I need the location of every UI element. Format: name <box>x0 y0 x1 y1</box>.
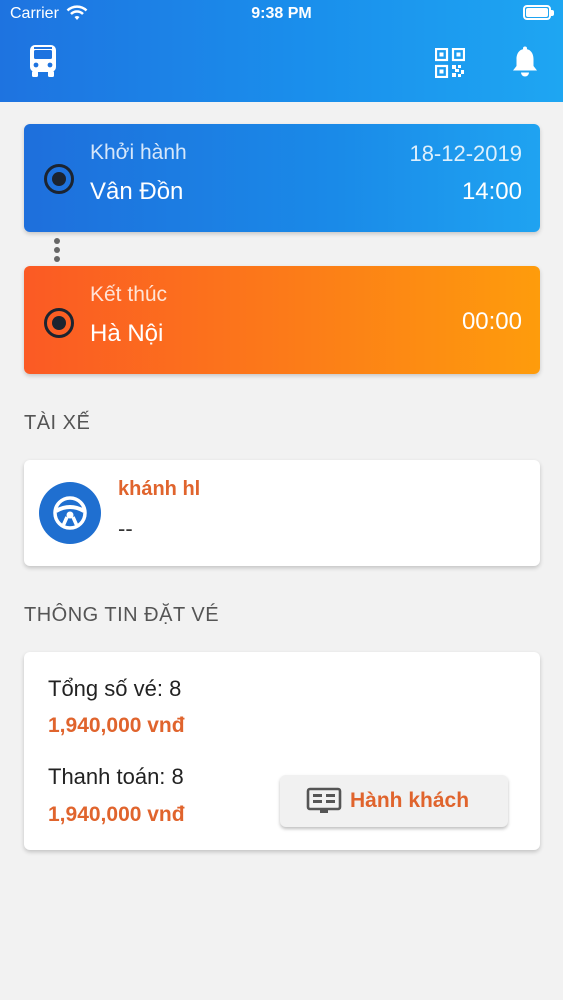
steering-wheel-icon <box>39 482 101 544</box>
qr-code-icon[interactable] <box>435 48 465 78</box>
arrival-time: 00:00 <box>461 308 522 335</box>
passenger-list-icon <box>306 787 342 813</box>
booking-section-title: THÔNG TIN ĐẶT VÉ <box>24 604 220 626</box>
app-header: Carrier 9:38 PM <box>0 0 563 102</box>
departure-card[interactable]: Khởi hành Vân Đồn 18-12-2019 14:00 <box>24 124 540 232</box>
departure-date: 18-12-2019 <box>409 141 522 166</box>
total-price: 1,940,000 vnđ <box>48 714 185 737</box>
departure-time: 14:00 <box>461 178 522 205</box>
passenger-button[interactable]: Hành khách <box>280 775 508 827</box>
arrival-city: Hà Nội <box>90 320 164 347</box>
driver-section-title: TÀI XẾ <box>24 412 91 434</box>
booking-card: Tổng số vé: 8 1,940,000 vnđ Thanh toán: … <box>24 652 540 850</box>
driver-card[interactable]: khánh hl -- <box>24 460 540 566</box>
arrival-label: Kết thúc <box>90 283 168 306</box>
arrival-card[interactable]: Kết thúc Hà Nội 00:00 <box>24 266 540 374</box>
departure-city: Vân Đồn <box>90 178 184 205</box>
bell-icon[interactable] <box>510 46 540 78</box>
paid-tickets-label: Thanh toán: 8 <box>48 764 184 789</box>
passenger-button-label: Hành khách <box>350 789 470 812</box>
status-bar: Carrier 9:38 PM <box>0 0 563 30</box>
total-tickets-label: Tổng số vé: 8 <box>48 676 182 701</box>
radio-icon <box>44 308 74 338</box>
bus-icon[interactable] <box>28 44 58 78</box>
departure-label: Khởi hành <box>90 141 187 164</box>
paid-price: 1,940,000 vnđ <box>48 803 185 826</box>
driver-phone: -- <box>118 516 133 541</box>
driver-name: khánh hl <box>118 478 201 500</box>
status-time: 9:38 PM <box>251 5 312 22</box>
radio-icon <box>44 164 74 194</box>
vertical-dots-icon <box>54 238 62 265</box>
battery-icon <box>523 5 554 20</box>
